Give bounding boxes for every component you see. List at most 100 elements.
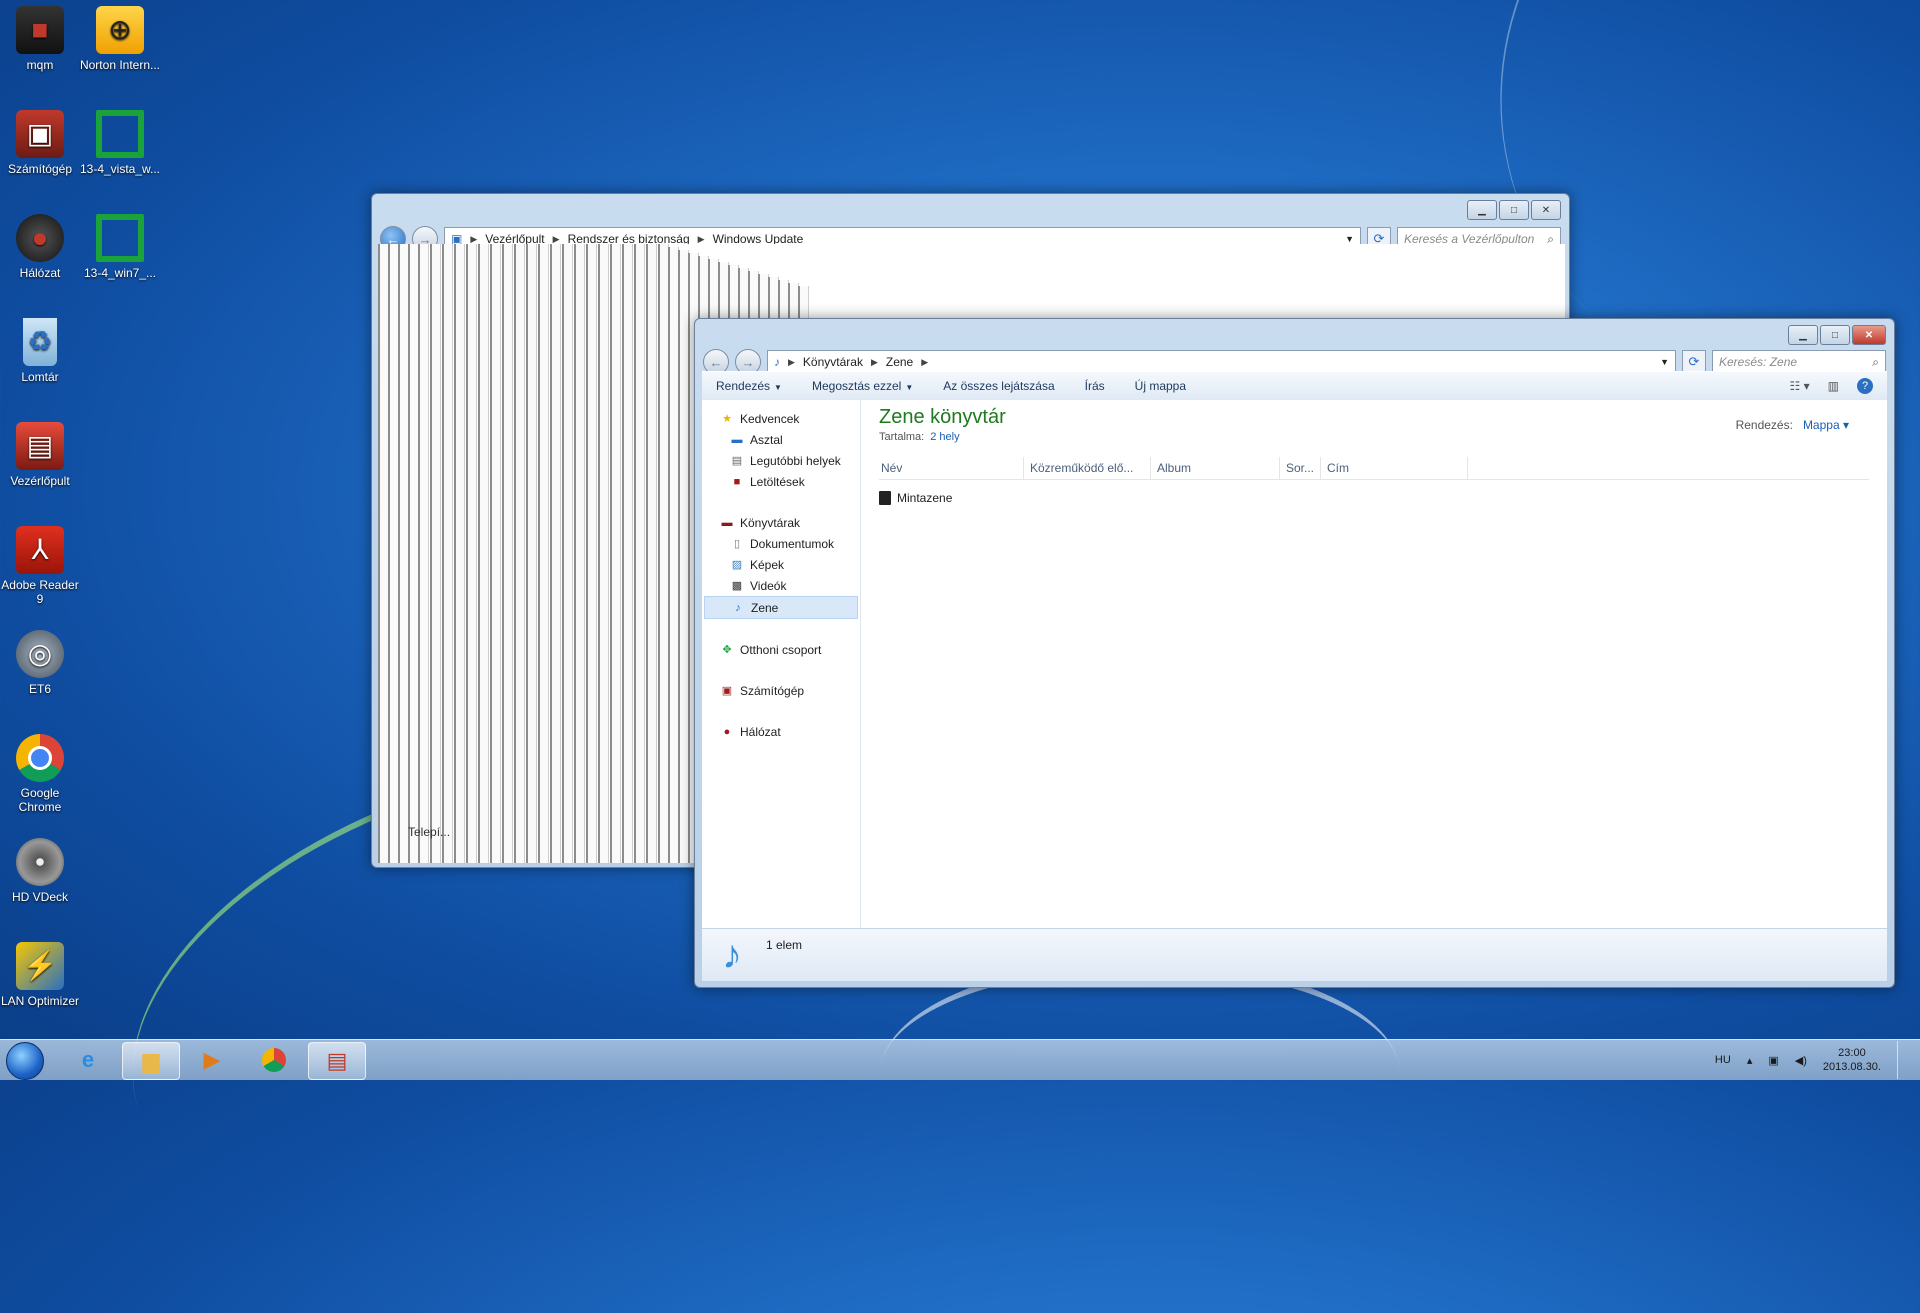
preview-pane-icon[interactable]: ▥ — [1828, 379, 1839, 393]
column-album[interactable]: Album — [1151, 457, 1280, 479]
network-tray-icon[interactable]: ▣ — [1768, 1054, 1778, 1067]
globe-icon: ⊕ — [96, 6, 144, 54]
green-shortcut-icon — [96, 214, 144, 262]
nav-recent-places[interactable]: ▤ Legutóbbi helyek — [702, 450, 860, 471]
breadcrumb-item[interactable]: Zene — [886, 355, 913, 369]
show-desktop-button[interactable] — [1897, 1041, 1908, 1079]
glitch-stripe — [538, 244, 549, 863]
nav-pictures[interactable]: ▨ Képek — [702, 554, 860, 575]
library-includes: Tartalma: 2 hely — [879, 431, 1869, 443]
close-button[interactable]: ✕ — [1852, 325, 1886, 345]
help-icon[interactable]: ? — [1857, 378, 1873, 394]
desktop-icon-computer[interactable]: ▣ Számítógép — [0, 110, 82, 176]
minimize-button[interactable]: ▁ — [1788, 325, 1818, 345]
desktop-icon-label: 13-4_win7_... — [83, 266, 157, 280]
nav-computer[interactable]: ▣ Számítógép — [702, 680, 860, 701]
view-options-icon[interactable]: ☷ ▾ — [1790, 379, 1810, 393]
desktop-icon-adobe-reader[interactable]: ⅄ Adobe Reader 9 — [0, 526, 82, 606]
music-note-icon: ♪ — [774, 355, 780, 369]
includes-label: Tartalma: — [879, 431, 925, 443]
recycle-bin-icon: ♻ — [23, 318, 57, 366]
libraries-icon: ▬ — [721, 516, 733, 529]
arrange-dropdown[interactable]: Mappa ▾ — [1803, 418, 1849, 432]
show-hidden-icons-icon[interactable]: ▴ — [1747, 1054, 1753, 1067]
desktop-icon-win7[interactable]: 13-4_win7_... — [78, 214, 162, 280]
burn-button[interactable]: Írás — [1085, 379, 1105, 393]
computer-red-icon: ■ — [16, 6, 64, 54]
taskbar-media-player[interactable]: ▶ — [184, 1042, 240, 1078]
taskbar-control-panel[interactable]: ▤ — [308, 1042, 366, 1080]
nav-downloads[interactable]: ■ Letöltések — [702, 471, 860, 492]
maximize-button[interactable]: □ — [1820, 325, 1850, 345]
column-title[interactable]: Cím — [1321, 457, 1468, 479]
desktop-icon-recycle-bin[interactable]: ♻ Lomtár — [0, 318, 82, 384]
taskbar-explorer[interactable]: ▆ — [122, 1042, 180, 1080]
pdf-icon: ⅄ — [16, 526, 64, 574]
music-note-icon: ♪ — [735, 601, 741, 614]
desktop-icon-label: Google Chrome — [18, 786, 62, 814]
nav-homegroup[interactable]: ✥ Otthoni csoport — [702, 639, 860, 660]
chevron-down-icon[interactable]: ▼ — [1660, 357, 1669, 367]
desktop-icon: ▬ — [731, 433, 743, 446]
system-tray: HU ▴ ▣ ◀) 23:00 2013.08.30. — [1715, 1040, 1908, 1080]
library-title: Zene könyvtár — [879, 406, 1006, 428]
breadcrumb-separator: ▶ — [921, 356, 929, 367]
network-icon: ● — [16, 214, 64, 262]
desktop-icon-et6[interactable]: ◎ ET6 — [0, 630, 82, 696]
maximize-button[interactable]: □ — [1499, 200, 1529, 220]
nav-documents[interactable]: ▯ Dokumentumok — [702, 533, 860, 554]
desktop-icon-label: Vezérlőpult — [10, 474, 70, 488]
nav-music[interactable]: ♪ Zene — [704, 596, 858, 619]
desktop-icon-mqm[interactable]: ■ mqm — [0, 6, 82, 72]
minimize-button[interactable]: ▁ — [1467, 200, 1497, 220]
nav-favorites[interactable]: ★ Kedvencek — [702, 408, 860, 429]
details-pane: ♪ 1 elem — [702, 928, 1887, 981]
chevron-down-icon[interactable]: ▼ — [1345, 234, 1354, 244]
taskbar-chrome[interactable] — [246, 1042, 302, 1078]
desktop-icon-norton[interactable]: ⊕ Norton Intern... — [78, 6, 162, 72]
organize-button[interactable]: Rendezés ▼ — [716, 379, 782, 393]
desktop-icon-label: 13-4_vista_w... — [79, 162, 161, 176]
glitch-text: Telepí... — [408, 825, 451, 839]
column-headers: Név Közreműködő elő... Album Sor... Cím — [879, 457, 1869, 480]
language-indicator[interactable]: HU — [1715, 1054, 1731, 1066]
glitch-stripe — [430, 244, 441, 863]
computer-icon: ▣ — [721, 685, 733, 697]
new-folder-button[interactable]: Új mappa — [1135, 379, 1186, 393]
taskbar-internet-explorer[interactable]: e — [60, 1042, 116, 1078]
clock[interactable]: 23:00 2013.08.30. — [1823, 1046, 1881, 1074]
control-panel-icon: ▤ — [326, 1048, 348, 1073]
desktop-icon-lan-optimizer[interactable]: ⚡ LAN Optimizer — [0, 942, 82, 1008]
column-name[interactable]: Név — [879, 457, 1024, 479]
desktop-icon-hd-vdeck[interactable]: HD VDeck — [0, 838, 82, 904]
nav-videos[interactable]: ▩ Videók — [702, 575, 860, 596]
play-all-button[interactable]: Az összes lejátszása — [943, 379, 1054, 393]
start-button[interactable] — [6, 1042, 44, 1080]
nav-libraries[interactable]: ▬ Könyvtárak — [702, 512, 860, 533]
desktop-icon-label: LAN Optimizer — [0, 994, 80, 1008]
includes-locations-link[interactable]: 2 hely — [930, 431, 959, 443]
media-player-icon: ▶ — [203, 1047, 221, 1072]
steering-wheel-icon: ◎ — [16, 630, 64, 678]
column-track-number[interactable]: Sor... — [1280, 457, 1321, 479]
desktop-icon-label: Hálózat — [19, 266, 61, 280]
glitch-stripe — [634, 244, 645, 863]
desktop-icon-control-panel[interactable]: ▤ Vezérlőpult — [0, 422, 82, 488]
nav-desktop[interactable]: ▬ Asztal — [702, 429, 860, 450]
nav-network[interactable]: ● Hálózat — [702, 721, 860, 742]
glitch-stripe — [418, 244, 429, 863]
breadcrumb-item[interactable]: Könyvtárak — [803, 355, 863, 369]
desktop-icon-network[interactable]: ● Hálózat — [0, 214, 82, 280]
glitch-stripe — [502, 244, 513, 863]
desktop-icon-chrome[interactable]: Google Chrome — [0, 734, 82, 814]
desktop-icon-vista[interactable]: 13-4_vista_w... — [78, 110, 162, 176]
desktop-icon-label: HD VDeck — [11, 890, 68, 904]
item-count: 1 elem — [766, 938, 803, 952]
column-contributing-artists[interactable]: Közreműködő elő... — [1024, 457, 1151, 479]
close-button[interactable]: ✕ — [1531, 200, 1561, 220]
volume-icon[interactable]: ◀) — [1795, 1054, 1807, 1067]
list-item[interactable]: Mintazene — [879, 486, 1869, 510]
share-with-button[interactable]: Megosztás ezzel ▼ — [812, 379, 913, 393]
glitch-stripe — [574, 244, 585, 863]
desktop-icon-label: Adobe Reader 9 — [1, 578, 79, 606]
